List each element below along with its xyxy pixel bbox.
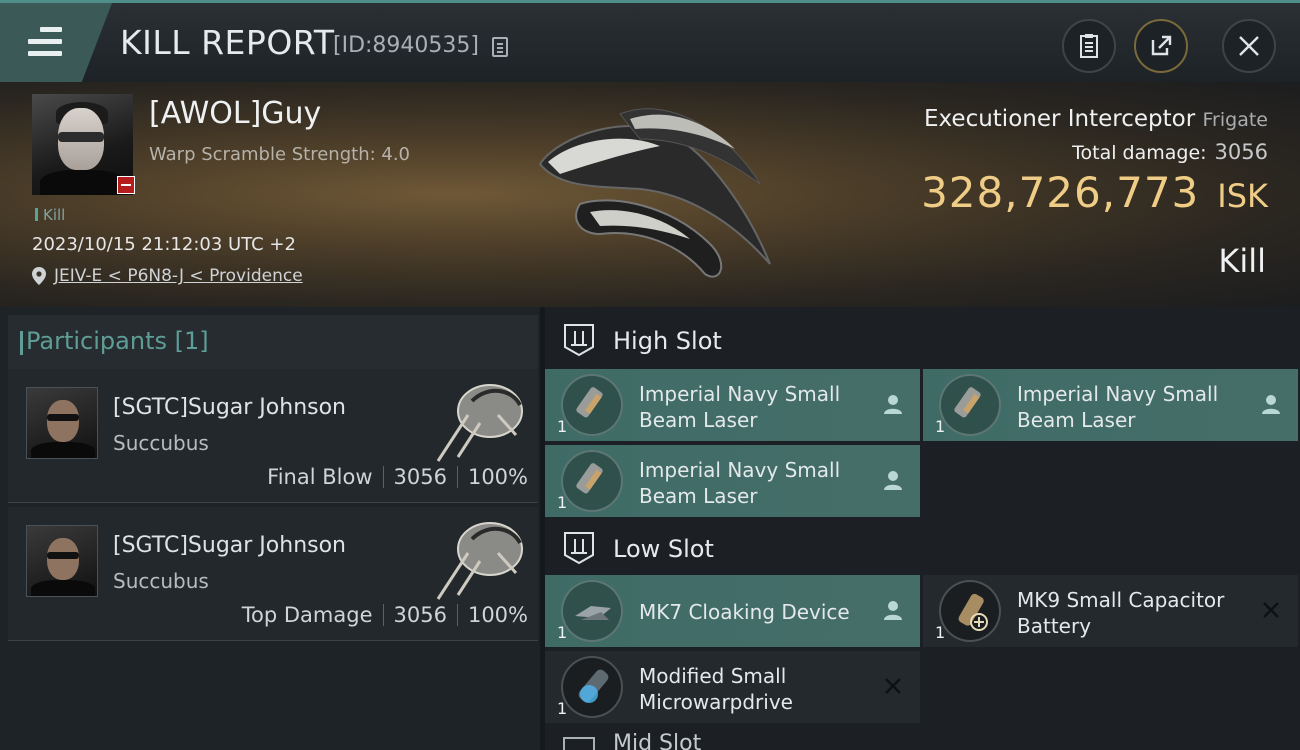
close-button[interactable] — [1222, 19, 1276, 73]
location-pin-icon — [32, 267, 46, 285]
participants-panel: Participants [1] [SGTC]Sugar Johnson Suc… — [0, 307, 540, 750]
module-name: MK9 Small Capacitor Battery — [1017, 588, 1225, 638]
module-qty: 1 — [935, 417, 946, 436]
mid-slot-icon — [563, 737, 595, 750]
low-slot-icon — [564, 532, 594, 565]
participant-percent: 100% — [467, 465, 528, 489]
person-icon — [884, 601, 902, 620]
module-name: MK7 Cloaking Device — [639, 600, 850, 624]
participant-percent: 100% — [467, 603, 528, 627]
page-title: KILL REPORT — [120, 23, 335, 62]
fitting-panel: High Slot 1 Imperial Navy Small Beam Las… — [545, 307, 1300, 750]
total-damage: Total damage: 3056 — [1072, 140, 1268, 164]
module-icon — [939, 374, 1001, 436]
ship-icon — [436, 522, 523, 600]
participant-role: Final Blow — [267, 465, 373, 489]
module-item[interactable]: 1 Imperial Navy Small Beam Laser — [545, 369, 920, 441]
isk-unit: ISK — [1217, 177, 1268, 215]
timestamp: 2023/10/15 21:12:03 UTC +2 — [32, 234, 296, 255]
person-icon — [1262, 395, 1280, 414]
isk-value: 328,726,773 — [921, 168, 1200, 217]
warp-scramble-strength: Warp Scramble Strength: 4.0 — [149, 144, 411, 165]
participant-damage: 3056 — [393, 603, 447, 627]
module-qty: 1 — [557, 699, 568, 718]
participant-name: [SGTC]Sugar Johnson — [113, 533, 346, 558]
location-text: JEIV-E < P6N8-J < Providence — [54, 266, 303, 286]
menu-button[interactable] — [0, 3, 112, 85]
module-item[interactable]: 1 Imperial Navy Small Beam Laser — [923, 369, 1298, 441]
x-mark-icon — [1263, 602, 1279, 618]
share-button[interactable] — [1134, 19, 1188, 73]
avatar[interactable] — [26, 525, 98, 597]
kill-tag: Kill — [35, 206, 65, 224]
participants-title: Participants [1] — [20, 327, 209, 355]
module-qty: 1 — [557, 417, 568, 436]
high-slot-label: High Slot — [613, 327, 722, 355]
module-qty: 1 — [557, 493, 568, 512]
ship-icon — [436, 384, 523, 462]
clipboard-icon — [1080, 34, 1098, 58]
victim-banner: [AWOL]Guy Warp Scramble Strength: 4.0 Ki… — [0, 82, 1300, 307]
victim-name[interactable]: [AWOL]Guy — [149, 96, 321, 131]
mid-slot-label: Mid Slot — [613, 731, 702, 750]
participant-name: [SGTC]Sugar Johnson — [113, 395, 346, 420]
avatar[interactable] — [26, 387, 98, 459]
module-item[interactable]: 1 MK7 Cloaking Device — [545, 575, 920, 647]
module-icon — [561, 580, 623, 642]
top-bar: KILL REPORT [ID:8940535] — [0, 0, 1300, 85]
person-icon — [884, 395, 902, 414]
module-qty: 1 — [935, 623, 946, 642]
high-slot-header: High Slot — [545, 309, 1300, 369]
module-icon — [561, 656, 623, 718]
status-badge — [117, 176, 135, 194]
module-icon — [939, 580, 1001, 642]
mid-slot-header: Mid Slot — [545, 731, 1300, 750]
participant-role: Top Damage — [241, 603, 373, 627]
module-name: Imperial Navy Small Beam Laser — [1017, 382, 1219, 432]
participant-stats: Final Blow 3056 100% — [267, 465, 528, 489]
ship-type: Executioner Interceptor — [923, 106, 1196, 132]
copy-icon[interactable] — [492, 37, 508, 57]
module-name: Modified Small Microwarpdrive — [639, 664, 793, 714]
ship-name[interactable]: Executioner Interceptor Frigate — [924, 106, 1268, 132]
ship-image — [538, 108, 771, 278]
module-qty: 1 — [557, 623, 568, 642]
participant-row[interactable]: [SGTC]Sugar Johnson Succubus Final Blow 3… — [8, 369, 538, 503]
share-icon — [1151, 35, 1172, 56]
low-slot-label: Low Slot — [613, 535, 714, 563]
participant-damage: 3056 — [393, 465, 447, 489]
ship-class: Frigate — [1202, 109, 1268, 131]
isk-value-row: 328,726,773 ISK — [921, 168, 1268, 217]
participant-ship: Succubus — [113, 431, 209, 455]
participant-row[interactable]: [SGTC]Sugar Johnson Succubus Top Damage 3… — [8, 507, 538, 641]
low-slot-header: Low Slot — [545, 517, 1300, 577]
total-damage-value: 3056 — [1214, 140, 1268, 164]
module-icon — [561, 450, 623, 512]
close-icon — [1239, 36, 1259, 56]
module-icon — [561, 374, 623, 436]
x-mark-icon — [885, 678, 901, 694]
result-label: Kill — [1218, 242, 1266, 280]
module-item[interactable]: 1 Imperial Navy Small Beam Laser — [545, 445, 920, 517]
module-name: Imperial Navy Small Beam Laser — [639, 382, 841, 432]
module-item[interactable]: 1 MK9 Small Capacitor Battery — [923, 575, 1298, 647]
participants-header: Participants [1] — [8, 315, 538, 369]
person-icon — [884, 471, 902, 490]
high-slot-icon — [564, 324, 594, 357]
clipboard-button[interactable] — [1062, 19, 1116, 73]
report-id: [ID:8940535] — [333, 33, 479, 58]
hamburger-menu-icon — [28, 27, 62, 63]
module-name: Imperial Navy Small Beam Laser — [639, 458, 841, 508]
module-item[interactable]: 1 Modified Small Microwarpdrive — [545, 651, 920, 723]
total-damage-label: Total damage: — [1072, 142, 1207, 164]
participant-ship: Succubus — [113, 569, 209, 593]
participant-stats: Top Damage 3056 100% — [242, 603, 528, 627]
location-link[interactable]: JEIV-E < P6N8-J < Providence — [32, 266, 303, 286]
